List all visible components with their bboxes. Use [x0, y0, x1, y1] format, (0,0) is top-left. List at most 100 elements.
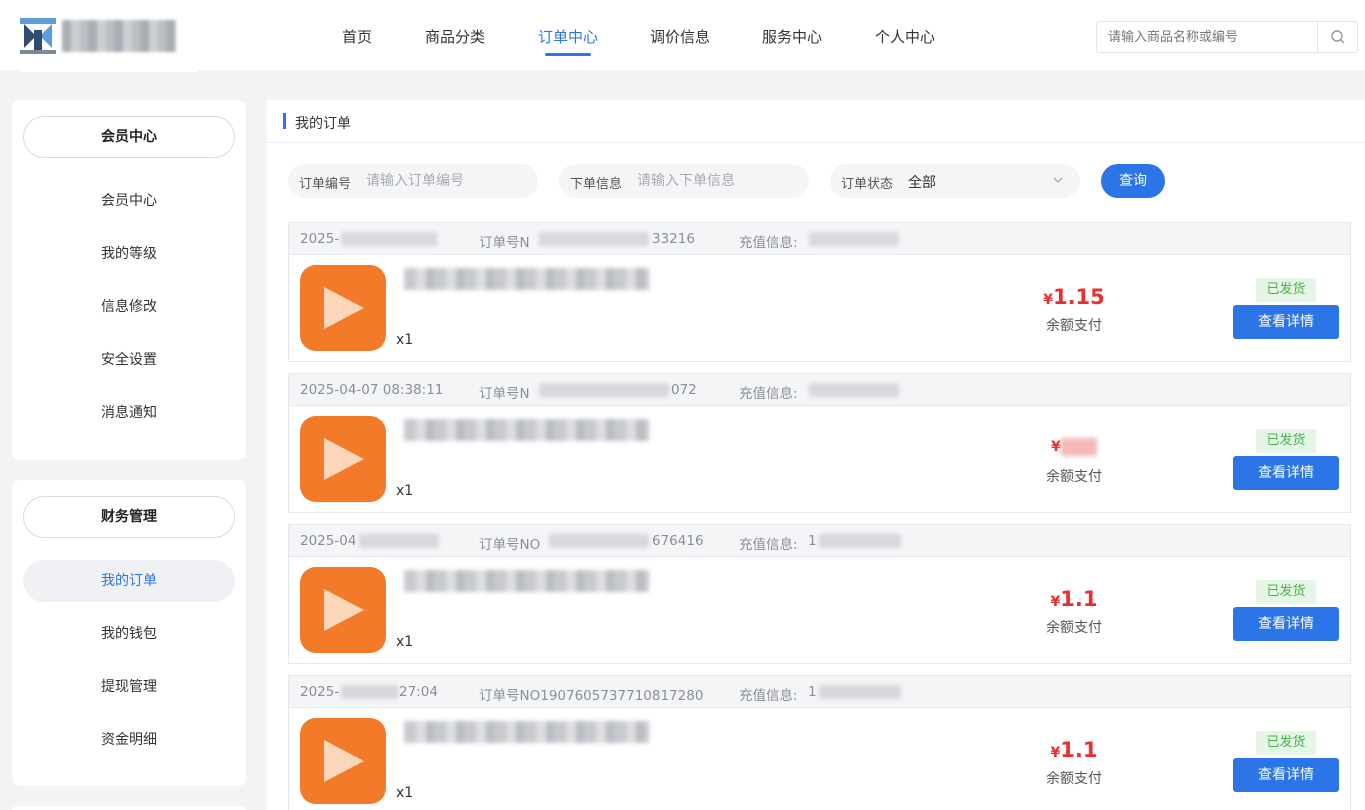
- order-header: 2025- 订单号N 33216 充值信息:: [289, 223, 1350, 255]
- product-title-redacted: [404, 570, 649, 592]
- view-details-button[interactable]: 查看详情: [1233, 758, 1339, 792]
- redacted-order-number: [539, 232, 649, 246]
- order-no-filter: 订单编号: [288, 164, 538, 198]
- redacted-recharge-info: [809, 383, 899, 397]
- order-card: 2025-04-07 08:38:11 订单号N 072 充值信息: x1 ¥ …: [288, 373, 1351, 513]
- top-navigation-bar: 首页 商品分类 订单中心 调价信息 服务中心 个人中心: [0, 0, 1365, 70]
- search-button[interactable]: [1317, 22, 1357, 52]
- product-thumbnail[interactable]: [300, 416, 386, 502]
- order-number-prefix: 订单号N: [479, 235, 530, 251]
- view-details-button[interactable]: 查看详情: [1233, 607, 1339, 641]
- redacted-recharge-info: [809, 232, 899, 246]
- order-card: 2025- 27:04 订单号NO1907605737710817280 充值信…: [288, 675, 1351, 810]
- sidebar-item-my-level[interactable]: 我的等级: [23, 233, 235, 275]
- order-card: 2025- 订单号N 33216 充值信息: x1 ¥1.15 余额支付 已发货…: [288, 222, 1351, 362]
- sidebar-item-security[interactable]: 安全设置: [23, 339, 235, 381]
- order-number-prefix: 订单号N: [479, 386, 530, 402]
- order-info-filter: 下单信息: [559, 164, 809, 198]
- nav-personal[interactable]: 个人中心: [875, 26, 935, 47]
- payment-method: 余额支付: [1046, 318, 1102, 334]
- order-price: ¥1.1: [1024, 587, 1124, 611]
- order-date: 2025-04: [300, 533, 357, 549]
- price-amount: 1.15: [1052, 285, 1105, 309]
- search-input[interactable]: [1097, 22, 1319, 52]
- status-badge: 已发货: [1256, 731, 1316, 755]
- sidebar-item-fund-details[interactable]: 资金明细: [23, 719, 235, 761]
- nav-orders[interactable]: 订单中心: [538, 26, 598, 47]
- product-title-redacted: [404, 419, 649, 441]
- sidebar-item-my-wallet[interactable]: 我的钱包: [23, 613, 235, 655]
- chevron-down-icon: [1053, 177, 1063, 183]
- query-button[interactable]: 查询: [1101, 164, 1165, 198]
- redacted-date: [359, 534, 439, 548]
- redacted-recharge-info: [819, 685, 901, 699]
- recharge-value: 1: [808, 533, 817, 549]
- status-badge: 已发货: [1256, 278, 1316, 302]
- price-amount: 1.1: [1060, 738, 1098, 762]
- sidebar-finance-title: 财务管理: [23, 496, 235, 538]
- recharge-label: 充值信息:: [739, 688, 798, 704]
- product-title-redacted: [404, 268, 649, 290]
- sidebar-finance-card: 财务管理 我的订单 我的钱包 提现管理 资金明细: [12, 480, 246, 786]
- logo-mark-icon: [20, 18, 56, 54]
- logo-wordmark: [62, 20, 176, 52]
- order-status-select[interactable]: 订单状态 全部: [830, 164, 1080, 198]
- sidebar-next-card: [12, 806, 246, 810]
- product-thumbnail[interactable]: [300, 567, 386, 653]
- order-no-input[interactable]: [366, 164, 526, 198]
- order-status-value: 全部: [908, 175, 936, 191]
- nav-categories[interactable]: 商品分类: [425, 26, 485, 47]
- logo-underline: [20, 68, 198, 72]
- order-number-suffix: 676416: [652, 533, 704, 549]
- page-title: 我的订单: [295, 116, 351, 132]
- redacted-price: [1060, 437, 1097, 456]
- order-price: ¥1.1: [1024, 738, 1124, 762]
- status-badge: 已发货: [1256, 429, 1316, 453]
- order-date: 2025-04-07 08:38:11: [300, 382, 444, 398]
- order-date: 2025-: [300, 231, 340, 247]
- sidebar-item-edit-info[interactable]: 信息修改: [23, 286, 235, 328]
- currency-symbol: ¥: [1051, 439, 1061, 455]
- product-title-redacted: [404, 721, 649, 743]
- product-thumbnail[interactable]: [300, 718, 386, 804]
- redacted-date: [341, 232, 437, 246]
- product-thumbnail[interactable]: [300, 265, 386, 351]
- redacted-order-number: [549, 534, 649, 548]
- order-price: ¥: [1024, 436, 1124, 456]
- price-amount: 1.1: [1060, 587, 1098, 611]
- recharge-label: 充值信息:: [739, 537, 798, 553]
- order-number-suffix: 072: [671, 382, 697, 398]
- recharge-value: 1: [808, 684, 817, 700]
- order-quantity: x1: [396, 785, 414, 801]
- orders-panel: 我的订单 订单编号 下单信息 订单状态 全部 查询 2025- 订单号N 332…: [267, 100, 1365, 810]
- sidebar-item-member-center[interactable]: 会员中心: [23, 180, 235, 222]
- panel-header: 我的订单: [267, 100, 1365, 143]
- order-info-label: 下单信息: [570, 177, 623, 192]
- payment-method: 余额支付: [1046, 469, 1102, 485]
- order-header: 2025-04 订单号NO 676416 充值信息: 1: [289, 525, 1350, 557]
- sidebar-member-card: 会员中心 会员中心 我的等级 信息修改 安全设置 消息通知: [12, 100, 246, 460]
- sidebar-item-withdrawals[interactable]: 提现管理: [23, 666, 235, 708]
- order-number-suffix: 33216: [652, 231, 695, 247]
- nav-price-adjust[interactable]: 调价信息: [650, 26, 710, 47]
- order-info-input[interactable]: [637, 164, 797, 198]
- order-no-label: 订单编号: [299, 177, 352, 192]
- site-logo[interactable]: [20, 16, 180, 56]
- recharge-label: 充值信息:: [739, 386, 798, 402]
- view-details-button[interactable]: 查看详情: [1233, 305, 1339, 339]
- nav-active-indicator: [545, 53, 591, 56]
- sidebar-member-title: 会员中心: [23, 116, 235, 158]
- title-accent-bar: [283, 113, 286, 129]
- order-status-label: 订单状态: [841, 177, 894, 192]
- status-badge: 已发货: [1256, 580, 1316, 604]
- sidebar-item-my-orders[interactable]: 我的订单: [23, 560, 235, 602]
- nav-home[interactable]: 首页: [342, 26, 372, 47]
- currency-symbol: ¥: [1050, 745, 1061, 761]
- view-details-button[interactable]: 查看详情: [1233, 456, 1339, 490]
- search-icon: [1330, 30, 1344, 44]
- currency-symbol: ¥: [1043, 292, 1053, 308]
- recharge-label: 充值信息:: [739, 235, 798, 251]
- sidebar-item-notifications[interactable]: 消息通知: [23, 392, 235, 434]
- nav-service[interactable]: 服务中心: [762, 26, 822, 47]
- order-header: 2025- 27:04 订单号NO1907605737710817280 充值信…: [289, 676, 1350, 708]
